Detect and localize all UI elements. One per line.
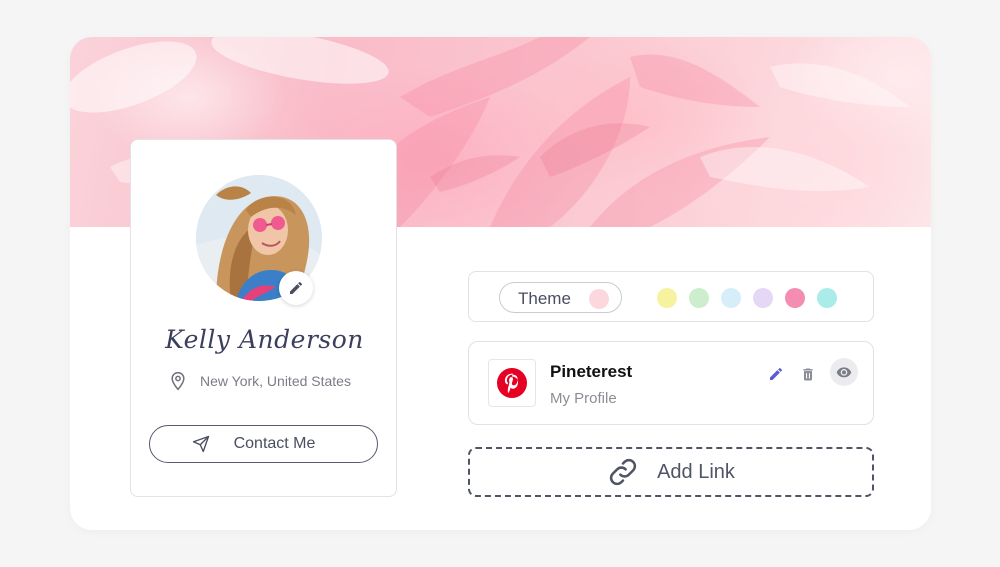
theme-picker: Theme (468, 271, 874, 322)
current-theme-swatch (589, 289, 609, 309)
theme-swatch-blue[interactable] (721, 288, 741, 308)
theme-swatch-teal[interactable] (817, 288, 837, 308)
link-item: Pineterest My Profile (468, 341, 874, 425)
theme-swatch-yellow[interactable] (657, 288, 677, 308)
link-chain-icon (607, 456, 639, 488)
theme-swatch-green[interactable] (689, 288, 709, 308)
contact-me-label: Contact Me (233, 435, 316, 452)
send-icon (192, 435, 210, 453)
link-subtitle: My Profile (550, 390, 617, 407)
profile-card: Kelly Anderson New York, United States C… (130, 139, 397, 497)
edit-link-button[interactable] (765, 363, 787, 385)
location-pin-icon (168, 370, 188, 392)
theme-selector[interactable]: Theme (499, 282, 622, 313)
link-title: Pineterest (550, 362, 633, 381)
pinterest-logo (488, 359, 536, 407)
profile-location: New York, United States (168, 370, 351, 392)
edit-avatar-button[interactable] (279, 271, 313, 305)
pencil-icon (768, 366, 784, 382)
delete-link-button[interactable] (797, 363, 819, 385)
theme-label: Theme (518, 289, 571, 308)
eye-icon (836, 364, 852, 380)
add-link-button[interactable]: Add Link (468, 447, 874, 497)
pencil-icon (288, 280, 304, 296)
theme-swatch-lavender[interactable] (753, 288, 773, 308)
theme-swatch-pink[interactable] (785, 288, 805, 308)
add-link-label: Add Link (657, 460, 735, 483)
profile-name: Kelly Anderson (165, 325, 364, 354)
contact-me-button[interactable]: Contact Me (149, 425, 378, 463)
location-text: New York, United States (200, 373, 351, 389)
toggle-visibility-button[interactable] (830, 358, 858, 386)
trash-icon (800, 366, 816, 383)
